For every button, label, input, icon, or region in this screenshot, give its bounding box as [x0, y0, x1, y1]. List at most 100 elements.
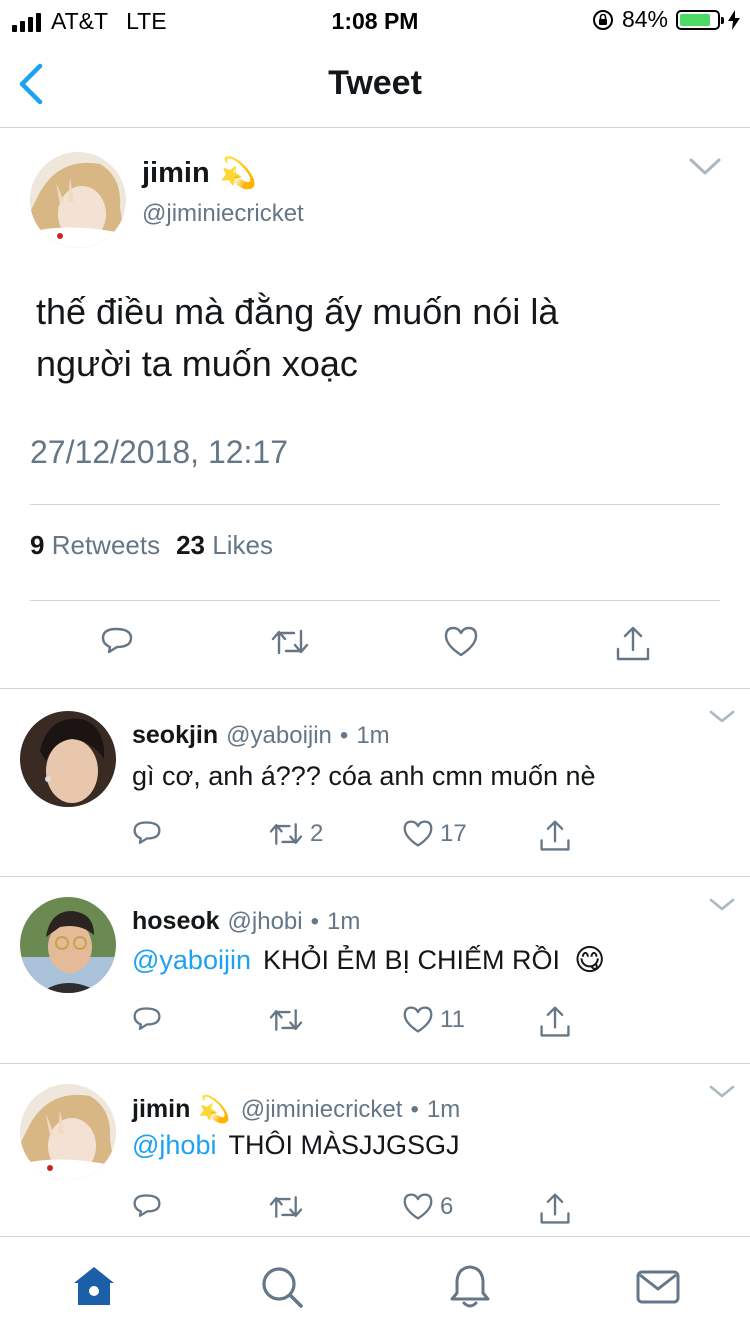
retweet-button[interactable]: 2: [268, 819, 323, 849]
share-icon: [616, 626, 650, 661]
reply-author-handle: @jhobi: [227, 907, 303, 935]
reply-item[interactable]: hoseok @jhobi • 1m @yaboijin KHỎI ẺM BỊ …: [0, 877, 750, 1063]
avatar-image: [20, 897, 116, 993]
like-button[interactable]: 11: [402, 1005, 465, 1035]
reply-button[interactable]: [132, 819, 162, 849]
avatar[interactable]: [20, 897, 116, 993]
retweet-button[interactable]: [270, 625, 310, 659]
reply-header: hoseok @jhobi • 1m: [132, 907, 360, 936]
author-handle: @jiminiecricket: [142, 200, 304, 227]
share-button[interactable]: [538, 1192, 572, 1226]
avatar-image: [20, 1084, 116, 1180]
mention-link[interactable]: @yaboijin: [132, 945, 251, 976]
reply-time: 1m: [426, 1095, 461, 1123]
tab-bar: [0, 1236, 750, 1334]
reply-author-name: jimin: [132, 1095, 191, 1123]
reply-time: 1m: [327, 907, 361, 935]
heart-icon: [403, 1193, 433, 1220]
tweet-actions: [0, 625, 750, 665]
retweet-icon: [269, 1009, 303, 1031]
author-name-row: jimin 💫: [142, 156, 257, 191]
reply-text: gì cơ, anh á??? cóa anh cmn muốn nè: [132, 761, 596, 792]
reply-actions: 11: [0, 1005, 750, 1041]
separator-dot: •: [310, 907, 320, 935]
home-icon: [74, 1267, 114, 1305]
notifications-icon: [450, 1265, 490, 1308]
status-right: 84%: [592, 6, 740, 33]
tab-search[interactable]: [258, 1263, 306, 1311]
like-button[interactable]: [443, 625, 479, 659]
retweet-icon: [271, 629, 309, 655]
reply-body: KHỎI ẺM BỊ CHIẾM RỒI: [262, 945, 560, 975]
tweet-text-line: thế điều mà đằng ấy muốn nói là: [36, 291, 559, 332]
separator-dot: •: [339, 721, 349, 749]
retweet-button[interactable]: [268, 1192, 310, 1222]
reply-item[interactable]: seokjin @yaboijin • 1m gì cơ, anh á??? c…: [0, 689, 750, 877]
likes-count: 23: [176, 530, 206, 560]
retweets-stat[interactable]: 9 Retweets: [30, 530, 160, 561]
retweet-count: 2: [310, 820, 324, 847]
reply-options-button[interactable]: [708, 897, 736, 913]
chevron-down-icon: [709, 1085, 735, 1098]
like-button[interactable]: 17: [402, 819, 467, 849]
charging-bolt-icon: [728, 9, 740, 30]
status-bar: AT&T LTE 1:08 PM 84%: [0, 0, 750, 40]
like-count: 6: [440, 1193, 454, 1220]
share-button[interactable]: [538, 819, 572, 853]
reply-button[interactable]: [100, 625, 134, 659]
reply-icon: [101, 627, 133, 654]
like-button[interactable]: 6: [402, 1192, 453, 1222]
reply-button[interactable]: [132, 1192, 162, 1222]
reply-actions: 2 17: [0, 819, 750, 855]
divider: [30, 504, 720, 505]
tab-notifications[interactable]: [446, 1263, 494, 1311]
dizzy-emoji: 💫: [219, 157, 258, 190]
retweets-label: Retweets: [51, 530, 161, 560]
like-count: 11: [440, 1006, 465, 1033]
reply-time: 1m: [356, 721, 390, 749]
chevron-down-icon: [709, 898, 735, 911]
share-button[interactable]: [615, 625, 651, 663]
share-icon: [540, 1193, 570, 1224]
yum-emoji: 😋: [574, 944, 606, 977]
battery-icon: [676, 9, 724, 30]
tab-messages[interactable]: [634, 1263, 682, 1311]
avatar[interactable]: [30, 152, 126, 248]
reply-icon: [133, 1007, 161, 1030]
tweet-timestamp: 27/12/2018, 12:17: [30, 434, 289, 470]
reply-item[interactable]: jimin 💫 @jiminiecricket • 1m @jhobi THÔI…: [0, 1064, 750, 1236]
orientation-lock-icon: [592, 9, 613, 30]
avatar-image: [20, 711, 116, 807]
avatar[interactable]: [20, 1084, 116, 1180]
search-icon: [262, 1267, 303, 1308]
reply-options-button[interactable]: [708, 1084, 736, 1100]
reply-author-handle: @yaboijin: [226, 721, 332, 749]
reply-body: THÔI MÀSJJGSGJ: [228, 1130, 460, 1160]
tweet-options-button[interactable]: [688, 156, 722, 178]
retweet-icon: [269, 1196, 303, 1218]
battery-percent: 84%: [621, 6, 668, 32]
messages-icon: [636, 1270, 680, 1304]
reply-button[interactable]: [132, 1005, 162, 1035]
like-count: 17: [440, 820, 467, 847]
mention-link[interactable]: @jhobi: [132, 1130, 216, 1161]
reply-icon: [133, 1194, 161, 1217]
avatar[interactable]: [20, 711, 116, 807]
reply-options-button[interactable]: [708, 709, 736, 725]
retweet-button[interactable]: [268, 1005, 310, 1035]
reply-text: @yaboijin KHỎI ẺM BỊ CHIẾM RỒI 😋: [132, 943, 605, 978]
likes-stat[interactable]: 23 Likes: [176, 530, 273, 561]
heart-icon: [403, 1006, 433, 1033]
reply-author-handle: @jiminiecricket: [240, 1095, 403, 1123]
tweet-text: thế điều mà đằng ấy muốn nói là người ta…: [36, 286, 716, 390]
share-icon: [540, 820, 570, 851]
reply-body: gì cơ, anh á??? cóa anh cmn muốn nè: [132, 761, 596, 791]
reply-author-name: seokjin: [132, 721, 219, 749]
likes-label: Likes: [212, 530, 273, 560]
heart-icon: [444, 626, 478, 657]
share-button[interactable]: [538, 1005, 572, 1039]
tweet-stats: 9 Retweets 23 Likes: [30, 530, 273, 561]
dizzy-emoji: 💫: [198, 1094, 231, 1124]
tab-home[interactable]: [70, 1263, 118, 1311]
avatar-image: [30, 152, 126, 248]
